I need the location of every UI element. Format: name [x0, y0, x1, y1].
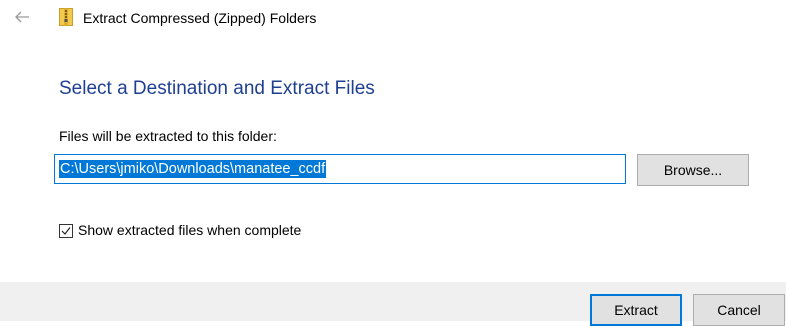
destination-path-input[interactable]: C:\Users\jmiko\Downloads\manatee_ccdf: [54, 154, 626, 184]
checkmark-icon: [61, 227, 71, 235]
cancel-button[interactable]: Cancel: [693, 294, 785, 326]
window-title: Extract Compressed (Zipped) Folders: [83, 10, 317, 26]
show-files-label: Show extracted files when complete: [78, 222, 302, 238]
show-files-checkbox[interactable]: [59, 224, 73, 238]
destination-label: Files will be extracted to this folder:: [59, 128, 277, 144]
destination-path-value: C:\Users\jmiko\Downloads\manatee_ccdf: [59, 160, 327, 178]
zip-folder-icon: [59, 8, 73, 26]
title-bar: Extract Compressed (Zipped) Folders: [0, 0, 786, 40]
page-heading: Select a Destination and Extract Files: [59, 78, 375, 99]
extract-button[interactable]: Extract: [590, 294, 682, 326]
back-arrow-icon[interactable]: [13, 8, 31, 26]
browse-button[interactable]: Browse...: [637, 154, 749, 186]
button-footer: Extract Cancel: [0, 282, 786, 326]
